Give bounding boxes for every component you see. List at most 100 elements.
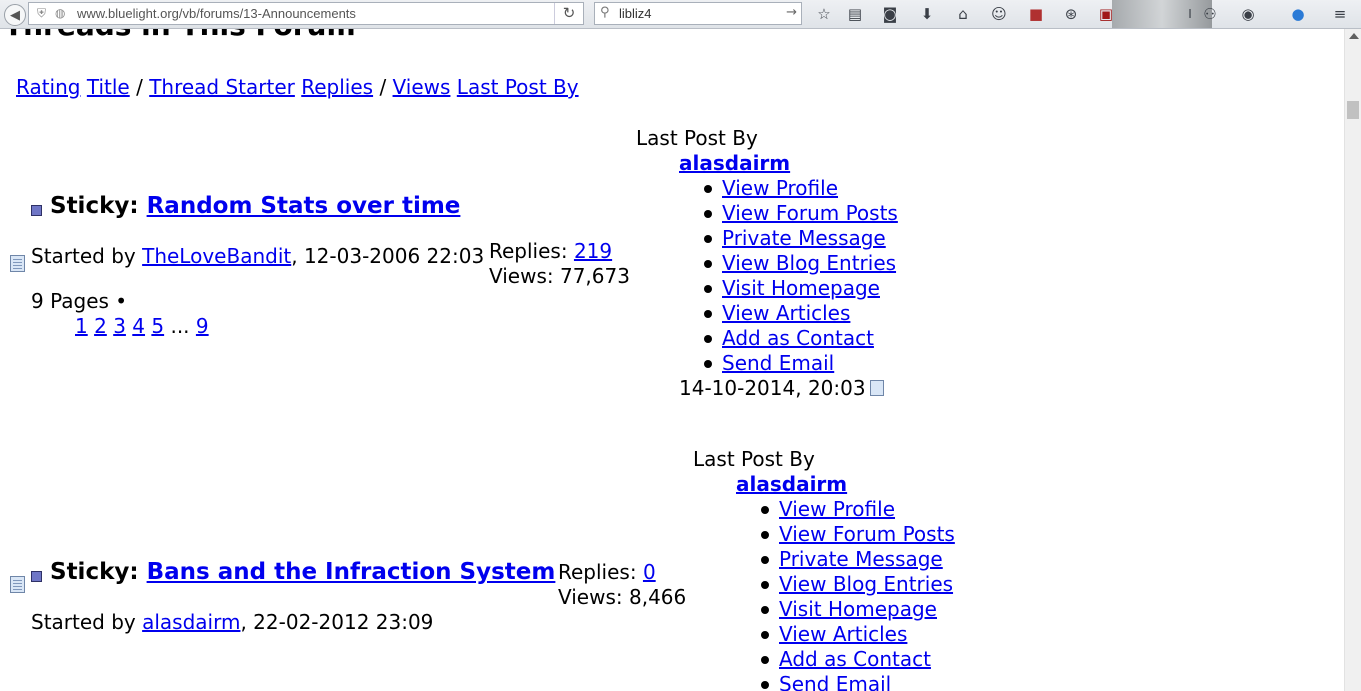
downloads-icon[interactable]: ⬇	[917, 4, 937, 24]
last-post-date: 14-10-2014, 20:03	[679, 376, 866, 400]
url-text[interactable]: www.bluelight.org/vb/forums/13-Announcem…	[77, 6, 356, 21]
list-item: Private Message	[736, 547, 955, 572]
browser-toolbar: ◀ ⛨ ◍ www.bluelight.org/vb/forums/13-Ann…	[0, 0, 1361, 29]
list-item: Visit Homepage	[736, 597, 955, 622]
page-content: Threads in This Forum Rating Title / Thr…	[0, 29, 1344, 691]
replies-count-link[interactable]: 0	[643, 560, 656, 584]
sticky-prefix: Sticky:	[50, 559, 139, 585]
sort-replies-link[interactable]: Replies	[301, 75, 373, 99]
page-link[interactable]: 5	[151, 314, 164, 338]
list-item: View Profile	[736, 497, 955, 522]
view-articles-link[interactable]: View Articles	[779, 622, 907, 646]
bookmark-star-icon[interactable]: ☆	[814, 4, 834, 24]
list-item: View Articles	[679, 301, 898, 326]
pages-ellipsis: ...	[170, 314, 190, 338]
private-message-link[interactable]: Private Message	[722, 226, 886, 250]
sort-links: Rating Title / Thread Starter Replies / …	[16, 75, 579, 99]
page-link[interactable]: 3	[113, 314, 126, 338]
addon-s-icon[interactable]: ■	[1026, 4, 1046, 24]
thread-starter-link[interactable]: alasdairm	[142, 610, 240, 634]
sticky-prefix: Sticky:	[50, 193, 139, 219]
sticky-bullet-icon	[31, 571, 42, 582]
add-as-contact-link[interactable]: Add as Contact	[779, 647, 931, 671]
thread-title-link[interactable]: Random Stats over time	[147, 193, 461, 219]
shield-icon[interactable]: ⛨	[37, 6, 46, 21]
list-item: View Forum Posts	[736, 522, 955, 547]
view-forum-posts-link[interactable]: View Forum Posts	[779, 522, 955, 546]
last-poster-link[interactable]: alasdairm	[736, 472, 847, 496]
view-profile-link[interactable]: View Profile	[779, 497, 895, 521]
thread-title-link[interactable]: Bans and the Infraction System	[147, 559, 556, 585]
sort-thread-starter-link[interactable]: Thread Starter	[149, 75, 295, 99]
chat-icon[interactable]: ☺	[989, 4, 1009, 24]
reading-list-icon[interactable]: ▤	[845, 4, 865, 24]
send-email-link[interactable]: Send Email	[722, 351, 834, 375]
replies-label: Replies:	[558, 560, 637, 584]
addon-network-icon[interactable]: ⚇	[1200, 4, 1220, 24]
thread-start-date: , 12-03-2006 22:03	[291, 244, 485, 268]
last-page-link[interactable]: 9	[196, 314, 209, 338]
list-item: Send Email	[679, 351, 898, 376]
page-link[interactable]: 1	[75, 314, 88, 338]
scroll-thumb[interactable]	[1347, 101, 1359, 119]
addon-one-icon[interactable]: Ⅰ	[1180, 4, 1200, 24]
views-label: Views:	[489, 264, 554, 288]
visit-homepage-link[interactable]: Visit Homepage	[722, 276, 880, 300]
started-by-label: Started by	[31, 610, 136, 634]
view-articles-link[interactable]: View Articles	[722, 301, 850, 325]
globe-icon[interactable]: ◍	[55, 6, 65, 21]
pages-label: 9 Pages •	[31, 289, 128, 313]
list-item: Send Email	[736, 672, 955, 691]
pocket-icon[interactable]: ◙	[880, 4, 900, 24]
addon-badge-icon[interactable]: ◉	[1238, 4, 1258, 24]
sort-title-link[interactable]: Title	[87, 75, 130, 99]
replies-label: Replies:	[489, 239, 568, 263]
page-heading: Threads in This Forum	[4, 29, 356, 42]
view-blog-entries-link[interactable]: View Blog Entries	[722, 251, 896, 275]
addon-grid-icon[interactable]: ⊛	[1061, 4, 1081, 24]
list-item: View Blog Entries	[679, 251, 898, 276]
replies-count-link[interactable]: 219	[574, 239, 612, 263]
search-go-icon[interactable]: →	[786, 5, 797, 20]
list-item: View Forum Posts	[679, 201, 898, 226]
visit-homepage-link[interactable]: Visit Homepage	[779, 597, 937, 621]
account-icon[interactable]: ●	[1288, 4, 1308, 24]
vertical-scrollbar[interactable]	[1344, 29, 1361, 691]
add-as-contact-link[interactable]: Add as Contact	[722, 326, 874, 350]
list-item: View Blog Entries	[736, 572, 955, 597]
menu-icon[interactable]: ≡	[1330, 4, 1350, 24]
go-to-last-post-icon[interactable]	[869, 380, 884, 396]
thread-status-icon	[10, 576, 25, 593]
page-link[interactable]: 2	[94, 314, 107, 338]
list-item: Add as Contact	[736, 647, 955, 672]
thread-status-icon	[10, 255, 25, 272]
view-profile-link[interactable]: View Profile	[722, 176, 838, 200]
thread-title: Sticky: Random Stats over time	[50, 193, 460, 219]
thread-title: Sticky: Bans and the Infraction System	[50, 559, 555, 585]
back-button[interactable]: ◀	[4, 4, 26, 26]
last-post-label: Last Post By	[693, 447, 815, 471]
sort-rating-link[interactable]: Rating	[16, 75, 80, 99]
sticky-bullet-icon	[31, 205, 42, 216]
sort-views-link[interactable]: Views	[393, 75, 451, 99]
last-post-label: Last Post By	[636, 126, 758, 150]
home-icon[interactable]: ⌂	[953, 4, 973, 24]
sort-last-post-link[interactable]: Last Post By	[457, 75, 579, 99]
thread-starter-link[interactable]: TheLoveBandit	[142, 244, 291, 268]
sort-separator: /	[136, 75, 143, 99]
reload-icon[interactable]: ↻	[554, 3, 583, 24]
thread-stats: Replies: 219 Views: 77,673	[489, 239, 630, 289]
view-forum-posts-link[interactable]: View Forum Posts	[722, 201, 898, 225]
view-blog-entries-link[interactable]: View Blog Entries	[779, 572, 953, 596]
scroll-up-arrow-icon[interactable]	[1349, 33, 1359, 39]
page-link[interactable]: 4	[132, 314, 145, 338]
list-item: Visit Homepage	[679, 276, 898, 301]
search-bar[interactable]: ⚲ libliz4 →	[594, 2, 802, 25]
send-email-link[interactable]: Send Email	[779, 672, 891, 691]
private-message-link[interactable]: Private Message	[779, 547, 943, 571]
poster-menu: View Profile View Forum Posts Private Me…	[736, 497, 955, 691]
search-input[interactable]: libliz4	[619, 6, 652, 21]
thread-stats: Replies: 0 Views: 8,466	[558, 560, 686, 610]
address-bar[interactable]: ⛨ ◍ www.bluelight.org/vb/forums/13-Annou…	[28, 2, 584, 25]
last-poster-link[interactable]: alasdairm	[679, 151, 790, 175]
